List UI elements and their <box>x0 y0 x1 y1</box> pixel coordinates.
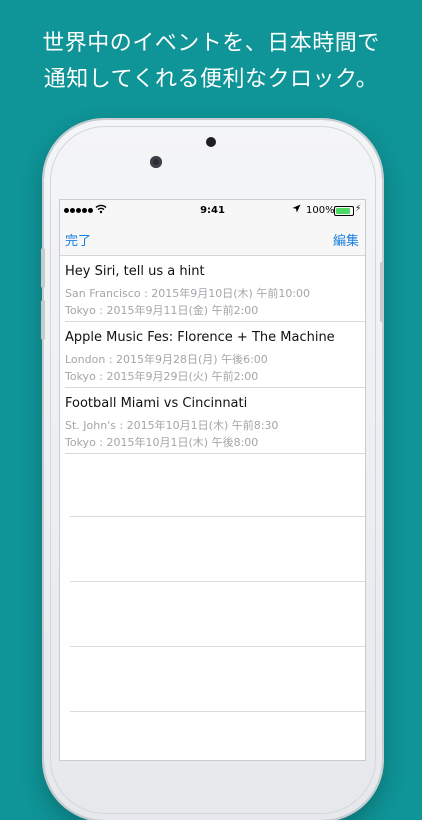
battery-fill <box>336 208 350 214</box>
battery-icon <box>334 206 354 216</box>
event-tokyo-time: Tokyo : 2015年9月11日(金) 午前2:00 <box>65 304 259 317</box>
status-bar: 9:41 100% ⚡ <box>60 200 365 222</box>
event-tokyo-time: Tokyo : 2015年9月29日(火) 午前2:00 <box>65 370 259 383</box>
headline-line-2: 通知してくれる便利なクロック。 <box>43 67 379 92</box>
event-local-time: St. John's : 2015年10月1日(木) 午前8:30 <box>65 419 279 432</box>
event-row[interactable]: Apple Music Fes: Florence + The Machine … <box>65 322 365 388</box>
event-tokyo-time: Tokyo : 2015年10月1日(木) 午後8:00 <box>65 436 259 449</box>
power-button <box>380 262 384 322</box>
empty-row-separator <box>70 581 365 582</box>
charging-bolt-icon: ⚡ <box>355 204 362 214</box>
promo-headline: 世界中のイベントを、日本時間で 通知してくれる便利なクロック。 <box>0 26 422 98</box>
event-title: Hey Siri, tell us a hint <box>65 264 205 279</box>
event-local-time: San Francisco : 2015年9月10日(木) 午前10:00 <box>65 287 311 300</box>
edit-button[interactable]: 編集 <box>333 230 359 249</box>
event-row[interactable]: Football Miami vs Cincinnati St. John's … <box>65 388 365 454</box>
event-row[interactable]: Hey Siri, tell us a hint San Francisco :… <box>65 256 365 322</box>
earpiece-speaker <box>206 137 216 147</box>
empty-row-separator <box>70 516 365 517</box>
event-title: Football Miami vs Cincinnati <box>65 396 248 411</box>
empty-row-separator <box>70 711 365 712</box>
event-local-time: London : 2015年9月28日(月) 午後6:00 <box>65 353 268 366</box>
phone-screen: 9:41 100% ⚡ 完了 編集 Hey Siri, tell us a hi… <box>59 199 366 761</box>
front-camera <box>150 156 162 168</box>
location-arrow-icon <box>292 204 301 216</box>
empty-row-separator <box>70 646 365 647</box>
headline-line-1: 世界中のイベントを、日本時間で <box>42 31 380 56</box>
volume-button <box>41 300 45 340</box>
event-list: Hey Siri, tell us a hint San Francisco :… <box>60 256 365 454</box>
event-title: Apple Music Fes: Florence + The Machine <box>65 330 335 345</box>
navigation-bar: 完了 編集 <box>60 222 365 256</box>
done-button[interactable]: 完了 <box>65 230 91 249</box>
battery-percent: 100% <box>306 205 335 216</box>
volume-button <box>41 248 45 288</box>
